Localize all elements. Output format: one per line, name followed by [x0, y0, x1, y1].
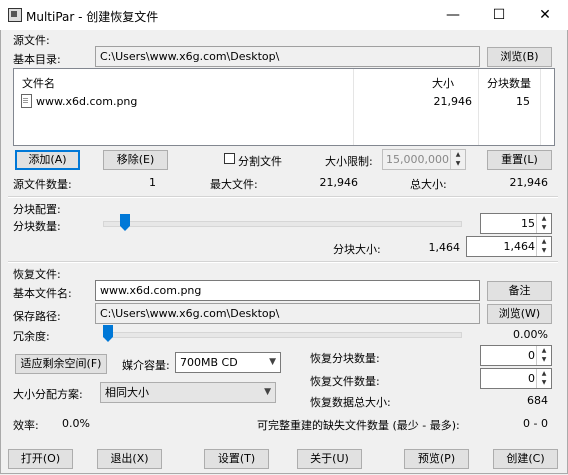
create-button[interactable]: 创建(C)	[493, 449, 558, 469]
recovery-files-value: 0	[528, 372, 535, 385]
total-size-label: 总大小:	[410, 178, 447, 191]
app-icon	[8, 8, 22, 22]
separator	[8, 261, 558, 263]
block-count-label: 分块数量:	[13, 220, 61, 233]
block-group-label: 分块配置:	[13, 203, 61, 216]
block-count-spinner[interactable]: 15 ▲ ▼	[480, 213, 552, 234]
recovery-group-label: 恢复文件:	[13, 268, 61, 281]
efficiency-label: 效率:	[13, 419, 39, 432]
save-path-field[interactable]: C:\Users\www.x6g.com\Desktop\	[95, 303, 480, 324]
base-name-label: 基本文件名:	[13, 287, 72, 300]
spinner-arrows[interactable]: ▲ ▼	[536, 237, 551, 256]
max-file-value: 21,946	[319, 176, 359, 189]
missing-files-label: 可完整重建的缺失文件数量 (最少 - 最多):	[257, 419, 460, 432]
spinner-arrows[interactable]: ▲ ▼	[536, 346, 551, 365]
max-file-label: 最大文件:	[210, 178, 258, 191]
preview-button[interactable]: 预览(P)	[404, 449, 469, 469]
col-header-size[interactable]: 大小	[432, 75, 454, 91]
exit-button[interactable]: 退出(X)	[97, 449, 162, 469]
size-scheme-value: 相同大小	[105, 386, 149, 399]
col-divider	[478, 69, 479, 145]
split-files-label[interactable]: 分割文件	[238, 153, 282, 169]
media-label: 媒介容量:	[122, 359, 170, 372]
close-button[interactable]: ✕	[522, 0, 568, 30]
recovery-blocks-value: 0	[528, 349, 535, 362]
block-count-value: 15	[521, 217, 535, 230]
redundancy-label: 冗余度:	[13, 330, 50, 343]
size-scheme-label: 大小分配方案:	[13, 388, 83, 401]
base-dir-field[interactable]: C:\Users\www.x6g.com\Desktop\	[95, 46, 480, 67]
recovery-blocks-label: 恢复分块数量:	[310, 352, 380, 365]
recovery-files-label: 恢复文件数量:	[310, 375, 380, 388]
size-limit-spinner[interactable]: 15,000,000 ▲ ▼	[382, 149, 466, 170]
remove-button[interactable]: 移除(E)	[103, 150, 168, 170]
block-size-value: 1,464	[503, 240, 536, 253]
fit-free-space-button[interactable]: 适应剩余空间(F)	[15, 354, 107, 374]
base-name-field[interactable]: www.x6d.com.png	[95, 280, 480, 301]
spin-down-icon[interactable]: ▼	[537, 223, 551, 232]
source-count-label: 源文件数量:	[13, 178, 72, 191]
source-count-value: 1	[149, 176, 156, 189]
slider-track[interactable]	[103, 221, 462, 227]
spinner-arrows[interactable]: ▲ ▼	[450, 150, 465, 169]
maximize-button[interactable]: ☐	[476, 0, 522, 30]
file-name: www.x6d.com.png	[36, 95, 138, 108]
split-files-checkbox[interactable]	[224, 153, 235, 164]
source-group-label: 源文件:	[13, 34, 50, 47]
spinner-arrows[interactable]: ▲ ▼	[536, 214, 551, 233]
block-size-spinner[interactable]: 1,464 ▲ ▼	[466, 236, 552, 257]
efficiency-value: 0.0%	[62, 417, 90, 430]
col-divider	[353, 69, 354, 145]
size-limit-value: 15,000,000	[386, 153, 449, 166]
spin-up-icon[interactable]: ▲	[537, 214, 551, 223]
spin-up-icon[interactable]: ▲	[537, 369, 551, 378]
recovery-blocks-spinner[interactable]: 0 ▲ ▼	[480, 345, 552, 366]
recovery-files-spinner[interactable]: 0 ▲ ▼	[480, 368, 552, 389]
browse-save-button[interactable]: 浏览(W)	[487, 304, 552, 324]
total-size-value: 21,946	[509, 176, 549, 189]
base-dir-label: 基本目录:	[13, 53, 61, 66]
comment-button[interactable]: 备注	[487, 281, 552, 301]
open-button[interactable]: 打开(O)	[8, 449, 73, 469]
redundancy-value: 0.00%	[513, 328, 548, 341]
col-header-filename[interactable]: 文件名	[22, 75, 55, 91]
recovery-total-value: 684	[527, 394, 548, 407]
save-path-label: 保存路径:	[13, 310, 61, 323]
file-blocks: 15	[516, 95, 530, 108]
reset-button[interactable]: 重置(L)	[487, 150, 552, 170]
spin-down-icon[interactable]: ▼	[537, 378, 551, 387]
chevron-down-icon[interactable]: ▼	[269, 353, 276, 372]
spin-up-icon[interactable]: ▲	[537, 346, 551, 355]
media-value: 700MB CD	[180, 356, 238, 369]
spin-up-icon[interactable]: ▲	[537, 237, 551, 246]
spinner-arrows[interactable]: ▲ ▼	[536, 369, 551, 388]
spin-up-icon[interactable]: ▲	[451, 150, 465, 159]
missing-files-value: 0 - 0	[523, 417, 548, 430]
spin-down-icon[interactable]: ▼	[451, 159, 465, 168]
spin-down-icon[interactable]: ▼	[537, 355, 551, 364]
block-size-text: 1,464	[428, 241, 461, 254]
add-button[interactable]: 添加(A)	[15, 150, 80, 170]
about-button[interactable]: 关于(U)	[297, 449, 362, 469]
file-icon	[21, 94, 32, 108]
file-size: 21,946	[433, 95, 473, 108]
browse-source-button[interactable]: 浏览(B)	[487, 47, 552, 67]
spin-down-icon[interactable]: ▼	[537, 246, 551, 255]
col-header-blocks[interactable]: 分块数量	[487, 75, 531, 91]
settings-button[interactable]: 设置(T)	[204, 449, 269, 469]
minimize-button[interactable]: —	[430, 0, 476, 30]
media-select[interactable]: 700MB CD ▼	[175, 352, 281, 373]
size-limit-label: 大小限制:	[325, 155, 373, 168]
chevron-down-icon[interactable]: ▼	[264, 383, 271, 402]
source-file-list[interactable]: 文件名 大小 分块数量 www.x6d.com.png 21,946 15	[13, 68, 555, 146]
block-size-label: 分块大小:	[333, 243, 381, 256]
size-scheme-select[interactable]: 相同大小 ▼	[100, 382, 276, 403]
recovery-total-label: 恢复数据总大小:	[310, 396, 391, 409]
slider-track[interactable]	[103, 332, 462, 338]
col-divider	[540, 69, 541, 145]
window-title: MultiPar - 创建恢复文件	[26, 10, 159, 24]
separator	[8, 196, 558, 198]
title-bar: MultiPar - 创建恢复文件 — ☐ ✕	[0, 0, 568, 30]
